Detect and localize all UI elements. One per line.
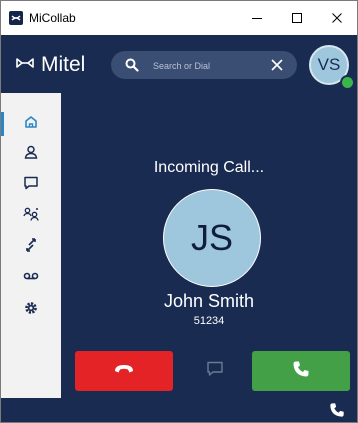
maximize-button[interactable]	[277, 1, 317, 35]
sidebar-item-call-history[interactable]	[1, 232, 61, 262]
people-icon	[22, 206, 40, 227]
close-button[interactable]	[317, 1, 357, 35]
call-status: Incoming Call...	[153, 159, 265, 176]
app-logo-icon	[9, 11, 23, 25]
window-title: MiCollab	[29, 11, 76, 25]
brand-name: Mitel	[41, 53, 86, 76]
gear-icon	[23, 300, 39, 321]
chat-icon	[23, 175, 39, 196]
mitel-logo-icon	[15, 56, 35, 75]
app-window: MiCollab Mitel Search or Dial VS Incomin…	[0, 0, 358, 423]
voicemail-icon	[23, 269, 39, 287]
phone-icon[interactable]	[329, 402, 345, 422]
bottom-bar	[1, 398, 357, 422]
sidebar	[1, 93, 61, 398]
chat-icon	[206, 360, 224, 383]
decline-call-button[interactable]	[75, 351, 173, 391]
sidebar-item-chat[interactable]	[1, 170, 61, 200]
minimize-button[interactable]	[237, 1, 277, 35]
sidebar-item-conferences[interactable]	[1, 201, 61, 231]
reply-message-button[interactable]	[199, 355, 231, 387]
sidebar-item-settings[interactable]	[1, 295, 61, 325]
call-panel: Incoming Call... JS John Smith 51234	[61, 93, 357, 398]
home-icon	[23, 114, 39, 135]
search-input[interactable]	[151, 55, 265, 77]
brand: Mitel	[15, 53, 85, 77]
search-bar[interactable]	[111, 51, 297, 79]
sidebar-item-contacts[interactable]	[1, 139, 61, 169]
title-bar: MiCollab	[1, 1, 357, 35]
call-history-icon	[23, 237, 39, 258]
caller-name: John Smith	[163, 291, 255, 311]
caller-avatar: JS	[163, 189, 261, 287]
answer-call-button[interactable]	[252, 351, 350, 391]
presence-status-dot	[340, 75, 355, 90]
caller-number: 51234	[193, 315, 225, 327]
hang-up-icon	[113, 362, 135, 380]
sidebar-item-home[interactable]	[1, 109, 61, 139]
person-icon	[23, 144, 39, 165]
search-icon	[125, 58, 139, 77]
phone-icon	[292, 360, 310, 383]
sidebar-item-voicemail[interactable]	[1, 263, 61, 293]
clear-search-icon[interactable]	[270, 58, 284, 77]
app-header: Mitel VS	[1, 35, 357, 93]
